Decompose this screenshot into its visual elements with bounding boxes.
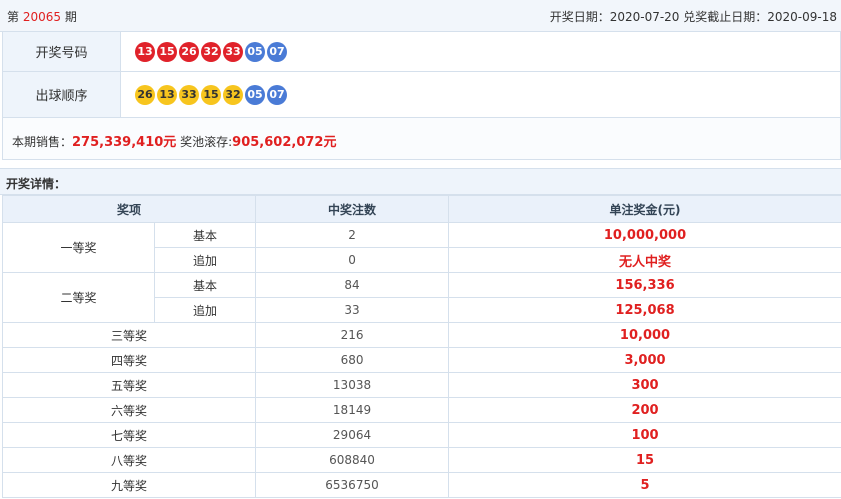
prize-name: 三等奖 [1,322,257,348]
prize-amount: 125,068 [448,297,841,323]
pool-label: 奖池滚存: [176,135,233,149]
winner-count: 6536750 [255,472,450,498]
prize-sub-label: 基本 [153,272,257,298]
prize-amount: 15 [448,447,841,473]
prize-sub-label: 基本 [153,222,257,248]
winner-count: 608840 [255,447,450,473]
front-ball: 32 [201,41,221,62]
order-front-ball: 13 [157,84,177,105]
prize-details-title: 开奖详情： [6,177,67,191]
order-front-ball: 15 [201,84,221,105]
issue-suffix: 期 [61,10,77,24]
prize-sub-label: 追加 [153,297,257,323]
prize-amount: 10,000,000 [448,222,841,248]
draw-order-balls: 26 13 33 15 32 05 07 [135,72,289,117]
order-front-ball: 33 [179,84,199,105]
front-ball: 33 [223,41,243,62]
prize-amount: 200 [448,397,841,423]
winner-count: 216 [255,322,450,348]
issue-number: 20065 [22,10,62,24]
draw-numbers-label: 开奖号码 [3,32,121,71]
column-header-count: 中奖注数 [255,195,450,223]
table-row: 一等奖 基本 2 10,000,000 [2,222,841,273]
winner-count: 33 [255,297,450,323]
prize-name: 七等奖 [1,422,257,448]
back-ball: 05 [245,41,265,62]
winner-count: 2 [255,222,450,248]
column-header-amount: 单注奖金(元) [448,195,841,223]
order-front-ball: 26 [135,84,155,105]
winner-count: 0 [255,247,450,273]
back-ball: 07 [267,41,287,62]
prize-sub-label: 追加 [153,247,257,273]
front-ball: 15 [157,41,177,62]
prize-table: 奖项 中奖注数 单注奖金(元) 一等奖 基本 2 10,000,000 追加 0… [1,195,841,498]
table-row: 六等奖 18149 200 [1,397,841,423]
pool-amount: 905,602,072元 [232,135,337,150]
prize-amount: 10,000 [448,322,841,348]
issue-title: 第 20065 期 [7,8,77,25]
prize-details-header: 开奖详情： [0,168,841,195]
prize-amount: 5 [448,472,841,498]
draw-numbers-row: 开奖号码 13 15 26 32 33 05 07 [2,32,841,72]
table-row: 五等奖 13038 300 [1,372,841,398]
winner-count: 84 [255,272,450,298]
winner-count: 13038 [255,372,450,398]
table-header-row: 奖项 中奖注数 单注奖金(元) [1,195,841,223]
prize-name: 九等奖 [1,472,257,498]
sales-amount: 275,339,410元 [72,135,177,150]
prize-name: 二等奖 [2,272,155,323]
table-row: 二等奖 基本 84 156,336 [2,272,841,323]
issue-header-bar: 第 20065 期 开奖日期：2020-07-20 兑奖截止日期：2020-09… [0,0,841,32]
prize-name: 四等奖 [1,347,257,373]
table-row: 三等奖 216 10,000 [1,322,841,348]
front-ball: 13 [135,41,155,62]
sales-summary: 本期销售：275,339,410元 奖池滚存:905,602,072元 [2,118,841,160]
table-row: 八等奖 608840 15 [1,447,841,473]
prize-amount: 3,000 [448,347,841,373]
prize-name: 八等奖 [1,447,257,473]
winner-count: 29064 [255,422,450,448]
prize-name: 五等奖 [1,372,257,398]
order-back-ball: 05 [245,84,265,105]
table-row: 七等奖 29064 100 [1,422,841,448]
prize-name: 一等奖 [2,222,155,273]
prize-amount: 无人中奖 [448,247,841,273]
table-row: 四等奖 680 3,000 [1,347,841,373]
draw-order-label: 出球顺序 [3,72,121,117]
issue-prefix: 第 [7,10,23,24]
order-front-ball: 32 [223,84,243,105]
draw-order-row: 出球顺序 26 13 33 15 32 05 07 [2,72,841,118]
prize-amount: 300 [448,372,841,398]
order-back-ball: 07 [267,84,287,105]
draw-numbers-balls: 13 15 26 32 33 05 07 [135,32,289,71]
sales-label: 本期销售： [12,135,73,149]
prize-amount: 156,336 [448,272,841,298]
winner-count: 18149 [255,397,450,423]
prize-name: 六等奖 [1,397,257,423]
table-row: 九等奖 6536750 5 [1,472,841,498]
draw-dates: 开奖日期：2020-07-20 兑奖截止日期：2020-09-18 [549,10,837,24]
prize-amount: 100 [448,422,841,448]
front-ball: 26 [179,41,199,62]
winner-count: 680 [255,347,450,373]
column-header-prize: 奖项 [1,195,257,223]
